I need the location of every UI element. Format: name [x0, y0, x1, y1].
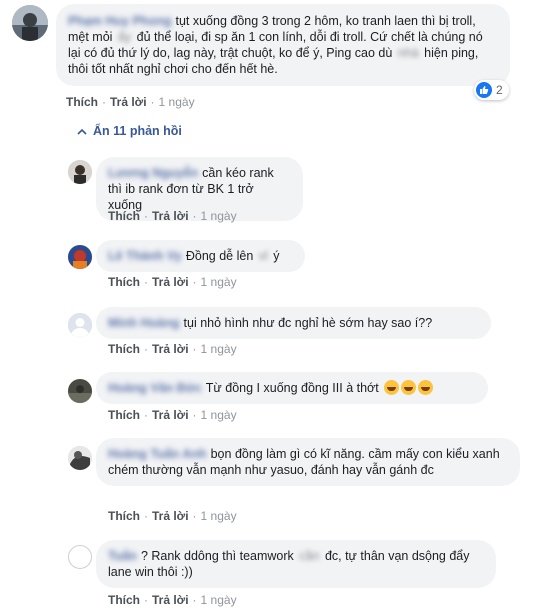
- hide-replies-label: Ẩn 11 phản hồi: [93, 124, 182, 138]
- blurred-word: vl: [258, 249, 268, 263]
- timestamp[interactable]: 1 ngày: [201, 509, 237, 523]
- timestamp[interactable]: 1 ngày: [159, 95, 195, 109]
- separator: ·: [192, 509, 197, 523]
- timestamp[interactable]: 1 ngày: [201, 408, 237, 422]
- blurred-word: nhà: [397, 46, 419, 60]
- comment-author[interactable]: Hoàng Văn Đức: [108, 380, 202, 396]
- comment-bubble: Phạm Huy Phong tụt xuống đồng 3 trong 2 h…: [56, 4, 510, 86]
- blurred-word: ấy: [117, 30, 132, 44]
- separator: ·: [192, 275, 197, 289]
- comment-bubble: Lê Thành Vy Đồng dễ lên vl ý: [96, 240, 305, 272]
- avatar-photo: [68, 245, 92, 269]
- separator: ·: [150, 95, 155, 109]
- comment-actions: Thích · Trả lời · 1 ngày: [108, 275, 237, 289]
- hide-replies-button[interactable]: Ẩn 11 phản hồi: [77, 124, 182, 138]
- comment-bubble: Hoàng Tuấn Anh bọn đồng làm gì có kĩ năng…: [96, 438, 520, 486]
- avatar-photo: [68, 160, 92, 184]
- comment-actions: Thích · Trả lời · 1 ngày: [108, 408, 237, 422]
- separator: ·: [192, 342, 197, 356]
- comment-author[interactable]: Phạm Huy Phong: [68, 13, 171, 29]
- reaction-summary[interactable]: 2: [474, 80, 509, 100]
- avatar[interactable]: [68, 245, 92, 269]
- reply-button[interactable]: Trả lời: [152, 342, 189, 356]
- like-button[interactable]: Thích: [108, 509, 140, 523]
- separator: ·: [144, 408, 148, 422]
- separator: ·: [144, 209, 148, 223]
- reply-button[interactable]: Trả lời: [152, 275, 189, 289]
- avatar[interactable]: [68, 545, 92, 569]
- separator: ·: [144, 275, 148, 289]
- avatar-photo: [68, 379, 92, 403]
- comment-author[interactable]: Lương Nguyễn: [108, 165, 198, 181]
- timestamp[interactable]: 1 ngày: [201, 593, 237, 607]
- separator: ·: [144, 509, 148, 523]
- chevron-up-icon: [77, 124, 87, 138]
- avatar-photo: [12, 5, 48, 41]
- separator: ·: [192, 209, 197, 223]
- separator: ·: [102, 95, 106, 109]
- separator: ·: [192, 408, 197, 422]
- comment-author[interactable]: Tuấn: [108, 548, 137, 564]
- comment-actions: Thích · Trả lời · 1 ngày: [66, 95, 195, 109]
- like-button[interactable]: Thích: [108, 408, 140, 422]
- comment-text: tụi nhỏ hình như đc nghỉ hè sớm hay sao …: [183, 316, 433, 330]
- like-button[interactable]: Thích: [108, 275, 140, 289]
- comment-actions: Thích · Trả lời · 1 ngày: [108, 209, 237, 223]
- comment-bubble: Tuấn? Rank ddông thì teamwork cần đc, tự…: [96, 540, 496, 588]
- avatar[interactable]: [68, 313, 92, 337]
- separator: ·: [192, 593, 197, 607]
- comment-text: Từ đồng I xuống đồng III à thớt: [205, 381, 379, 395]
- timestamp[interactable]: 1 ngày: [201, 342, 237, 356]
- like-icon: [476, 82, 492, 98]
- comment-bubble: Hoàng Văn Đức Từ đồng I xuống đồng III à …: [96, 372, 488, 404]
- default-avatar-icon: [68, 313, 92, 337]
- comment-actions: Thích · Trả lời · 1 ngày: [108, 593, 237, 607]
- avatar-photo: [68, 446, 92, 470]
- avatar[interactable]: [68, 160, 92, 184]
- comment-author[interactable]: Minh Hoàng: [108, 315, 180, 331]
- avatar[interactable]: [12, 5, 48, 41]
- comment-author[interactable]: Lê Thành Vy: [108, 248, 182, 264]
- separator: ·: [144, 342, 148, 356]
- comment-text-part: ý: [273, 249, 280, 263]
- comment-actions: Thích · Trả lời · 1 ngày: [108, 509, 237, 523]
- separator: ·: [144, 593, 148, 607]
- reaction-count: 2: [496, 83, 503, 97]
- avatar[interactable]: [68, 379, 92, 403]
- comment-bubble: Minh Hoàng tụi nhỏ hình như đc nghỉ hè sớ…: [96, 307, 491, 339]
- comment-text-part: Đồng dễ lên: [185, 249, 254, 263]
- laughing-emoji-icon: [418, 380, 434, 395]
- comment-text-part: ? Rank ddông thì teamwork: [140, 549, 294, 563]
- timestamp[interactable]: 1 ngày: [201, 275, 237, 289]
- laughing-emoji-icon: [401, 380, 417, 395]
- reply-button[interactable]: Trả lời: [110, 95, 147, 109]
- blurred-word: cần: [299, 549, 320, 563]
- like-button[interactable]: Thích: [108, 209, 140, 223]
- reply-button[interactable]: Trả lời: [152, 509, 189, 523]
- reply-button[interactable]: Trả lời: [152, 408, 189, 422]
- laughing-emoji-icon: [384, 380, 400, 395]
- comment-author[interactable]: Hoàng Tuấn Anh: [108, 446, 207, 462]
- comment-actions: Thích · Trả lời · 1 ngày: [108, 342, 237, 356]
- like-button[interactable]: Thích: [108, 342, 140, 356]
- reply-button[interactable]: Trả lời: [152, 209, 189, 223]
- like-button[interactable]: Thích: [108, 593, 140, 607]
- avatar[interactable]: [68, 446, 92, 470]
- like-button[interactable]: Thích: [66, 95, 98, 109]
- timestamp[interactable]: 1 ngày: [201, 209, 237, 223]
- reply-button[interactable]: Trả lời: [152, 593, 189, 607]
